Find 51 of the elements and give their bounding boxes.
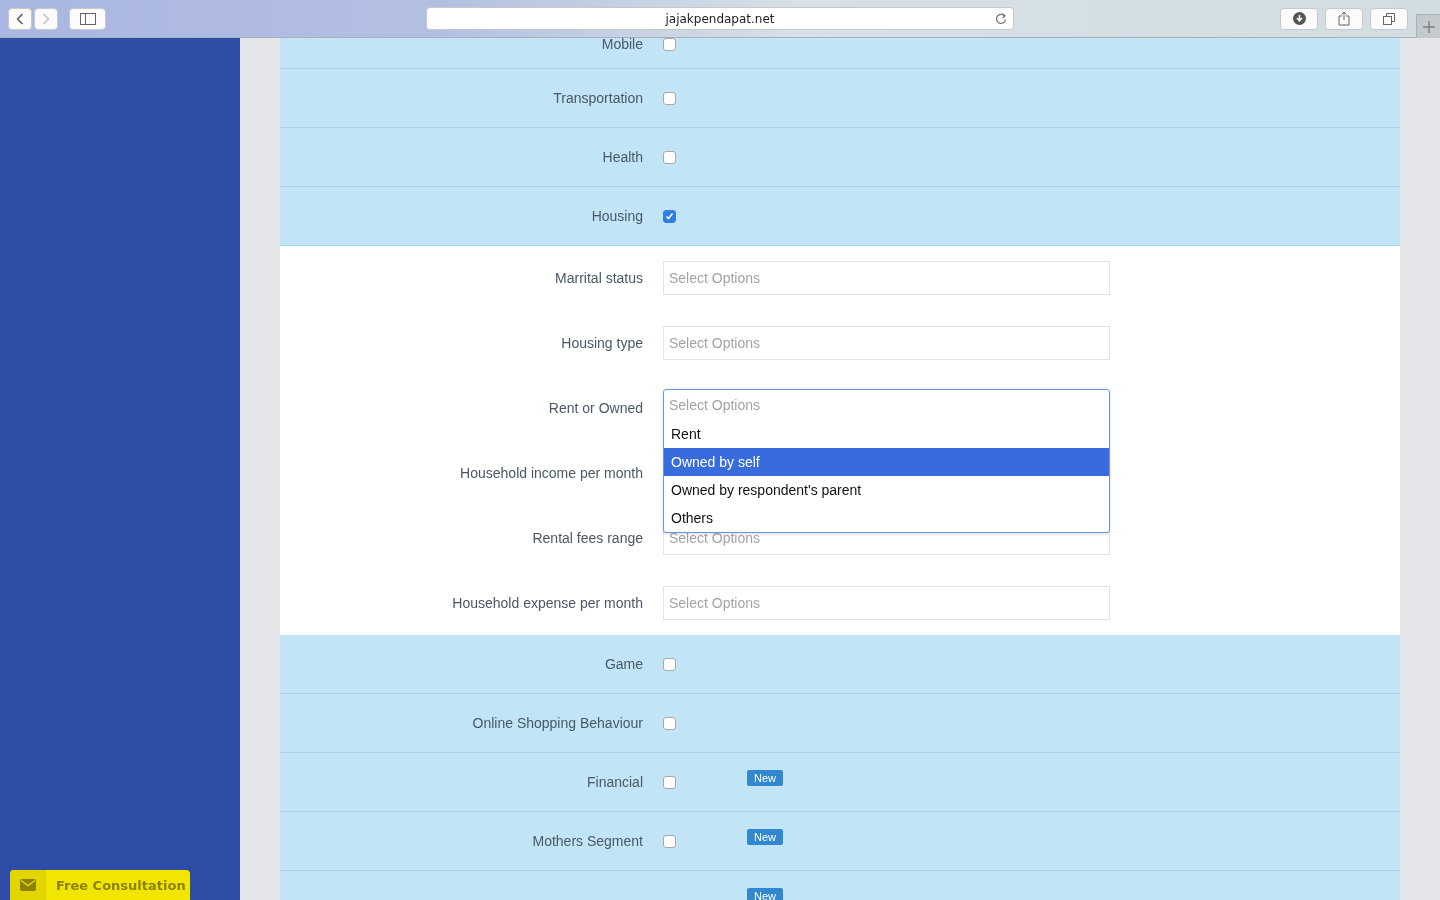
new-tab-button[interactable] (1416, 14, 1440, 38)
dropdown-option[interactable]: Rent (664, 420, 1109, 448)
field-label: Rental fees range (531, 530, 643, 546)
field-label: Online Shopping Behaviour (471, 715, 643, 731)
chevron-left-icon (16, 12, 24, 25)
dropdown-option[interactable]: Owned by respondent's parent (664, 476, 1109, 504)
envelope-icon (20, 879, 36, 891)
address-bar[interactable]: jajakpendapat.net (426, 7, 1014, 30)
checkbox[interactable] (663, 657, 676, 671)
tabs-icon (1383, 12, 1395, 25)
new-badge: New (747, 770, 783, 786)
field-label: Financial (585, 774, 643, 790)
back-button[interactable] (8, 7, 32, 30)
download-button[interactable] (1280, 7, 1318, 30)
select-field[interactable]: Select Options (663, 326, 1110, 360)
field-label: Transportation (552, 90, 643, 106)
share-button[interactable] (1325, 7, 1363, 30)
field-label: Health (601, 149, 643, 165)
share-icon (1338, 11, 1350, 26)
checkbox[interactable] (663, 834, 676, 848)
field-label: Housing (590, 208, 643, 224)
checkbox[interactable] (663, 38, 676, 51)
field-label: Household income per month (459, 465, 643, 481)
field-label: Game (603, 656, 643, 672)
field-label: Household expense per month (451, 595, 643, 611)
checkbox[interactable] (663, 716, 676, 730)
checkbox[interactable] (663, 150, 676, 164)
select-field[interactable]: Select Options (663, 586, 1110, 620)
new-badge: New (747, 888, 783, 900)
reload-icon[interactable] (995, 12, 1007, 25)
check-icon (665, 211, 674, 221)
checkbox[interactable] (663, 91, 676, 105)
sidebar-icon (79, 12, 96, 25)
field-label: Rent or Owned (547, 400, 643, 416)
download-icon (1292, 12, 1306, 25)
consultation-button[interactable]: Free Consultation (10, 870, 190, 900)
field-label: Mothers Segment (531, 833, 643, 849)
url-text: jajakpendapat.net (665, 11, 775, 26)
select-field[interactable]: Select Options (663, 261, 1110, 295)
field-label: Marrital status (554, 270, 643, 286)
sidebar-button[interactable] (69, 7, 106, 30)
plus-icon (1422, 20, 1435, 33)
select-field[interactable]: Select Options (664, 390, 1109, 420)
field-label: Mobile (600, 38, 643, 52)
tabs-button[interactable] (1370, 7, 1408, 30)
new-badge: New (747, 829, 783, 845)
field-label: Housing type (560, 335, 643, 351)
chevron-right-icon (42, 12, 50, 25)
checkbox[interactable] (663, 775, 676, 789)
checkbox[interactable] (663, 209, 676, 223)
dropdown-option[interactable]: Owned by self (664, 448, 1109, 476)
